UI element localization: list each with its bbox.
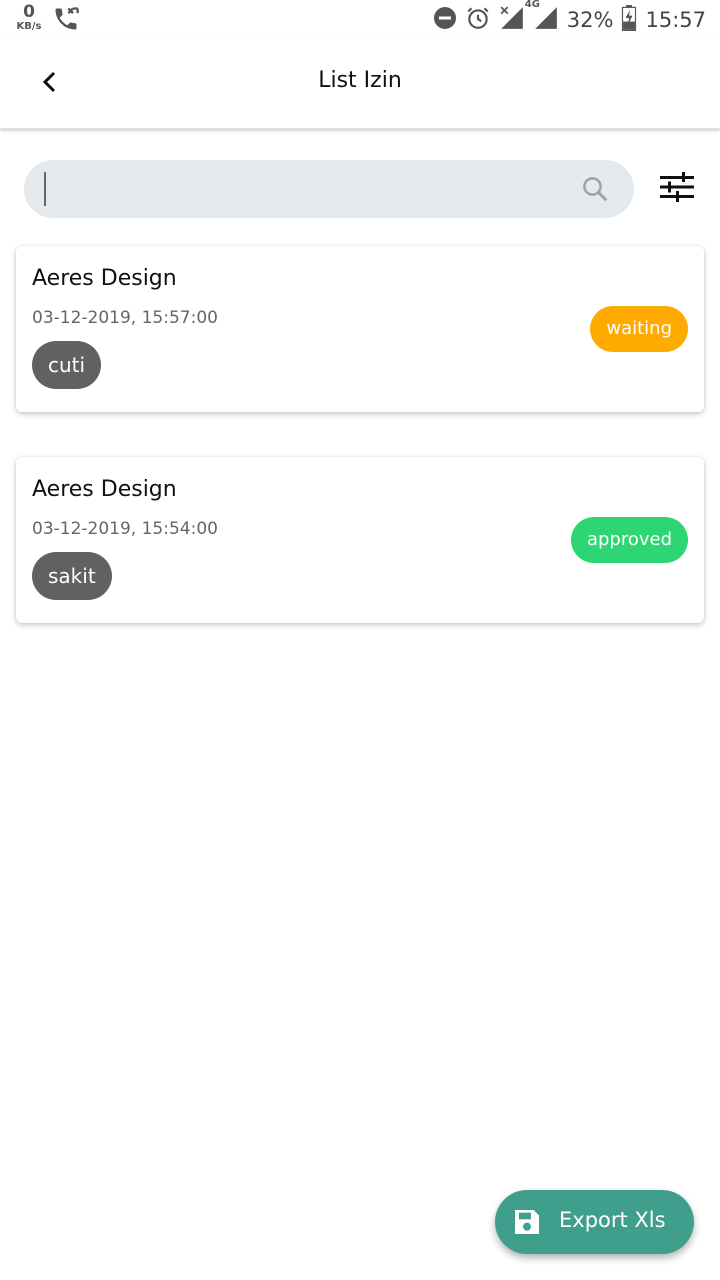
text-cursor <box>44 172 46 206</box>
export-xls-label: Export Xls <box>559 1208 666 1232</box>
status-bar: 0 KB/s 4G 32% 15:57 <box>0 0 720 40</box>
status-badge: waiting <box>590 306 688 352</box>
item-datetime: 03-12-2019, 15:57:00 <box>32 308 218 328</box>
network-type: 4G <box>524 0 540 10</box>
status-bar-left: 0 KB/s <box>14 4 80 37</box>
clock: 15:57 <box>645 8 706 32</box>
missed-call-icon <box>52 5 80 37</box>
item-datetime: 03-12-2019, 15:54:00 <box>32 519 218 539</box>
network-speed-value: 0 <box>23 2 35 22</box>
page-title: List Izin <box>318 68 402 93</box>
signal-4g-icon: 4G <box>525 0 559 35</box>
leave-type-chip: cuti <box>32 341 102 389</box>
dnd-icon <box>433 6 457 34</box>
search-bar <box>24 160 634 218</box>
leave-type-chip: sakit <box>32 552 112 600</box>
filter-button[interactable] <box>656 170 698 208</box>
search-icon[interactable] <box>580 174 610 208</box>
save-icon <box>511 1206 543 1242</box>
item-name: Aeres Design <box>32 266 177 291</box>
battery-icon <box>621 5 637 35</box>
tune-icon <box>660 172 694 206</box>
search-input[interactable] <box>44 168 568 212</box>
item-name: Aeres Design <box>32 477 177 502</box>
alarm-icon <box>465 5 491 35</box>
export-xls-button[interactable]: Export Xls <box>495 1190 694 1254</box>
status-badge: approved <box>570 517 688 563</box>
network-speed-unit: KB/s <box>16 21 42 32</box>
network-speed: 0 KB/s <box>14 4 44 33</box>
status-bar-right: 4G 32% 15:57 <box>433 0 706 35</box>
list-item[interactable]: Aeres Design 03-12-2019, 15:57:00 cuti w… <box>16 246 704 412</box>
list-item[interactable]: Aeres Design 03-12-2019, 15:54:00 sakit … <box>16 457 704 623</box>
signal-icon <box>499 5 525 35</box>
battery-percent: 32% <box>566 8 614 32</box>
app-bar: List Izin <box>0 40 720 129</box>
